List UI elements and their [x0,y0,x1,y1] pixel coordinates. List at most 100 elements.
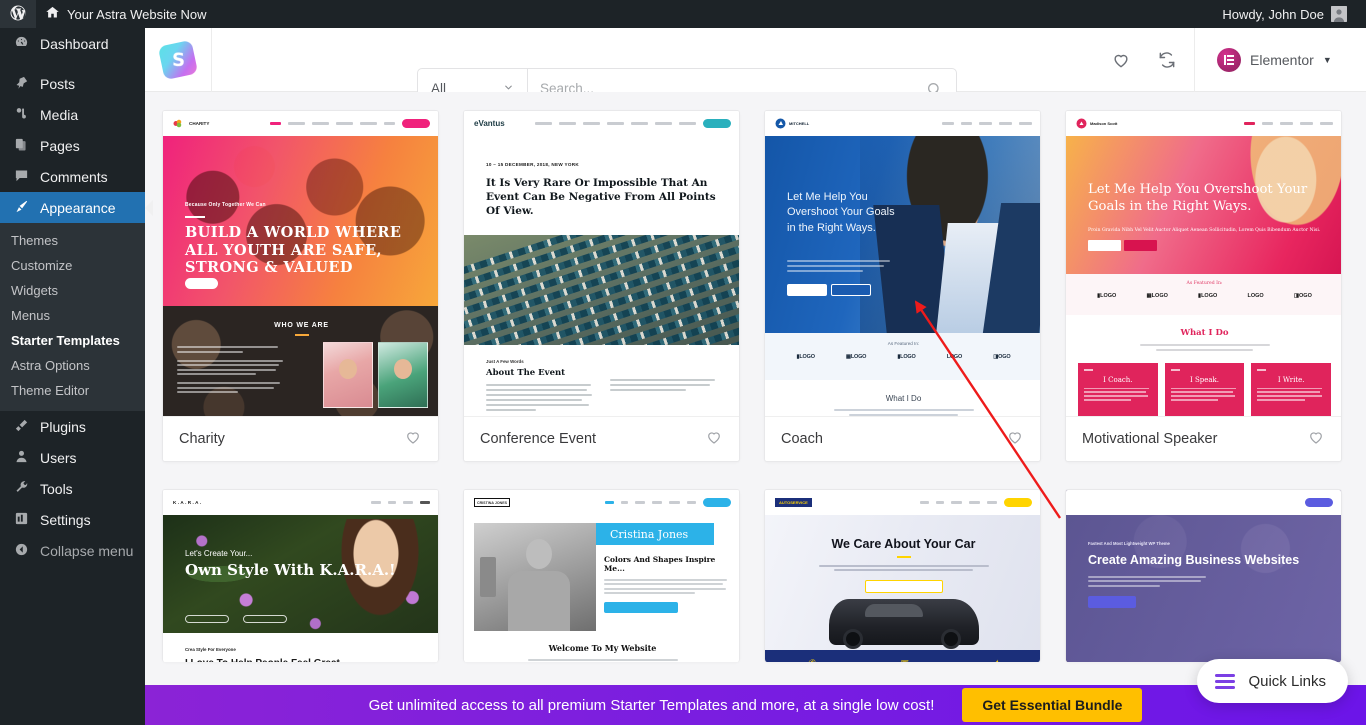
sidebar-item-label: Dashboard [40,35,109,52]
template-card[interactable]: K.A.R.A. Let's Create Your... Own Style … [162,489,439,662]
template-preview[interactable]: AUTOSERVICE We Care About Your Car ✆ ▣ ✦ [765,490,1040,662]
auto-service-mockup: AUTOSERVICE We Care About Your Car ✆ ▣ ✦ [765,490,1040,662]
sidebar-item-appearance[interactable]: Appearance [0,192,153,223]
mock-card-title: I Speak. [1189,375,1220,384]
quick-links-label: Quick Links [1248,672,1326,690]
templates-grid: CHARITY Because Only Together We Can BUI… [162,110,1349,662]
header-actions [1111,28,1177,92]
template-name: Charity [179,431,225,447]
sidebar-item-theme-editor[interactable]: Theme Editor [0,378,145,403]
favorites-button[interactable] [1111,50,1131,70]
template-card[interactable]: Madison Scott Let Me Help You Overshoot … [1065,110,1342,462]
wordpress-logo-icon [9,4,27,25]
users-icon [11,449,31,467]
heart-icon[interactable] [1307,428,1325,451]
mock-kicker: Let's Create Your... [185,549,253,558]
media-icon [11,106,31,124]
sidebar-item-label: Plugins [40,418,86,435]
mock-headline: Let Me Help You Overshoot Your Goals in … [787,191,895,234]
sidebar-item-posts[interactable]: Posts [0,68,145,99]
site-name-button[interactable]: Your Astra Website Now [36,0,215,28]
heart-icon[interactable] [404,428,422,451]
template-preview[interactable]: CHARITY Because Only Together We Can BUI… [163,111,438,416]
sidebar-item-label: Media [40,106,79,123]
sidebar-item-tools[interactable]: Tools [0,473,145,504]
sidebar-item-widgets[interactable]: Widgets [0,278,145,303]
mock-brand: eVantus [474,119,505,128]
template-preview[interactable]: CRISTINA JONES Cristina Jones Colors And… [464,490,739,662]
sidebar-item-label: Pages [40,137,80,154]
collapse-menu-button[interactable]: Collapse menu [0,535,145,566]
template-preview[interactable]: K.A.R.A. Let's Create Your... Own Style … [163,490,438,662]
wrench-icon [11,480,31,498]
template-footer: Coach [765,416,1040,461]
template-card[interactable]: AUTOSERVICE We Care About Your Car ✆ ▣ ✦ [764,489,1041,662]
mock-headline: We Care About Your Car [831,537,976,551]
quick-links-button[interactable]: Quick Links [1197,659,1348,703]
sidebar-item-themes[interactable]: Themes [0,228,145,253]
sidebar-item-label: Users [40,449,77,466]
sidebar-item-dashboard[interactable]: Dashboard [0,28,145,59]
submenu-label: Menus [11,308,51,323]
starter-templates-logo-icon: S [157,39,199,80]
template-preview[interactable]: DIGITAL AGENCY Fastest And Most Lightwei… [1066,490,1341,662]
sidebar-item-label: Settings [40,511,91,528]
howdy-menu[interactable]: Howdy, John Doe [1213,0,1356,28]
mock-below-headline: I Love To Help People Feel Great [185,658,418,662]
kara-mockup: K.A.R.A. Let's Create Your... Own Style … [163,490,438,662]
template-card[interactable]: DIGITAL AGENCY Fastest And Most Lightwei… [1065,489,1342,662]
template-card[interactable]: MITCHELL Let Me Help You Overshoot Your … [764,110,1041,462]
get-essential-bundle-button[interactable]: Get Essential Bundle [962,688,1143,722]
howdy-label: Howdy, John Doe [1222,6,1324,22]
mock-headline: Let Me Help You Overshoot Your Goals in … [1088,182,1308,214]
appearance-submenu: Themes Customize Widgets Menus Starter T… [0,223,145,411]
app-logo[interactable]: S [145,28,212,92]
sidebar-item-astra-options[interactable]: Astra Options [0,353,145,378]
templates-grid-scroll[interactable]: CHARITY Because Only Together We Can BUI… [145,92,1366,725]
mock-headline: BUILD A WORLD WHERE ALL YOUTH ARE SAFE, … [185,224,402,277]
template-preview[interactable]: MITCHELL Let Me Help You Overshoot Your … [765,111,1040,416]
template-card[interactable]: eVantus 10 – 15 DECEMBER, 2018, NEW YORK… [463,110,740,462]
mock-kicker: Fastest And Most Lightweight WP Theme [1088,541,1170,546]
template-preview[interactable]: Madison Scott Let Me Help You Overshoot … [1066,111,1341,416]
sidebar-item-plugins[interactable]: Plugins [0,411,145,442]
sidebar-item-label: Comments [40,168,108,185]
sidebar-item-users[interactable]: Users [0,442,145,473]
template-card[interactable]: CHARITY Because Only Together We Can BUI… [162,110,439,462]
mock-brand: K.A.R.A. [173,500,203,505]
sidebar-item-settings[interactable]: Settings [0,504,145,535]
refresh-button[interactable] [1157,50,1177,70]
mock-section-title: What I Do [1180,328,1229,338]
template-preview[interactable]: eVantus 10 – 15 DECEMBER, 2018, NEW YORK… [464,111,739,416]
sidebar-item-comments[interactable]: Comments [0,161,145,192]
heart-icon[interactable] [1006,428,1024,451]
pin-icon [11,75,31,93]
sidebar-item-starter-templates[interactable]: Starter Templates [0,328,145,353]
motivational-speaker-mockup: Madison Scott Let Me Help You Overshoot … [1066,111,1341,416]
sidebar-item-label: Posts [40,75,76,92]
promo-banner: Get unlimited access to all premium Star… [145,685,1366,725]
cristina-jones-mockup: CRISTINA JONES Cristina Jones Colors And… [464,490,739,662]
sidebar-item-menus[interactable]: Menus [0,303,145,328]
mock-featured-label: As Featured In: [1186,281,1223,286]
sidebar-item-pages[interactable]: Pages [0,130,145,161]
page-builder-label: Elementor [1250,52,1314,68]
brush-icon [11,199,31,217]
mock-brand: DIGITAL AGENCY [1090,499,1129,505]
sidebar-item-customize[interactable]: Customize [0,253,145,278]
mock-date: 10 – 15 DECEMBER, 2018, NEW YORK [486,162,579,167]
template-footer: Conference Event [464,416,739,461]
heart-icon[interactable] [705,428,723,451]
mock-kicker: Just A Few Words [486,358,524,364]
mock-section-title: Welcome To My Website [548,643,657,653]
sidebar-item-media[interactable]: Media [0,99,145,130]
template-footer: Motivational Speaker [1066,416,1341,461]
template-card[interactable]: CRISTINA JONES Cristina Jones Colors And… [463,489,740,662]
logo-letter: S [171,49,185,70]
page-builder-selector[interactable]: Elementor ▼ [1194,28,1366,92]
wp-logo-button[interactable] [0,0,36,28]
mock-featured-label: As Featured In: [887,341,920,346]
digital-agency-mockup: DIGITAL AGENCY Fastest And Most Lightwei… [1066,490,1341,662]
dashboard-icon [11,35,31,53]
hamburger-menu-icon [1215,673,1236,689]
